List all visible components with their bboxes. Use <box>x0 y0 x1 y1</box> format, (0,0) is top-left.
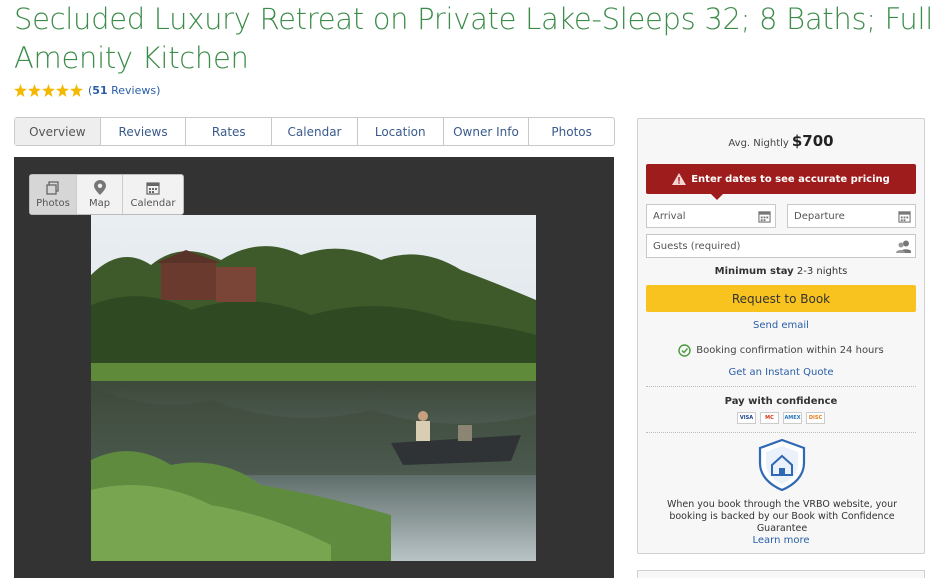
min-stay-value: 2-3 nights <box>796 266 848 277</box>
clock-check-icon <box>678 344 691 357</box>
departure-date-field[interactable]: Departure <box>787 204 916 228</box>
star-icon <box>70 84 83 97</box>
arrival-placeholder: Arrival <box>653 210 686 222</box>
guarantee-text: When you book through the VRBO website, … <box>666 499 898 534</box>
nightly-price: Avg. Nightly $700 <box>638 132 924 150</box>
calendar-icon <box>146 181 160 195</box>
view-photos-button[interactable]: Photos <box>30 175 76 214</box>
view-map-button[interactable]: Map <box>76 175 122 214</box>
view-calendar-button[interactable]: Calendar <box>122 175 183 214</box>
tab-rates[interactable]: Rates <box>185 118 271 145</box>
tab-calendar[interactable]: Calendar <box>271 118 357 145</box>
amex-card-icon: AMEX <box>783 412 802 424</box>
pricing-alert: Enter dates to see accurate pricing <box>646 164 916 194</box>
gallery-view-switcher: Photos Map Calendar <box>29 174 184 215</box>
booking-confirmation: Booking confirmation within 24 hours <box>638 344 924 357</box>
pay-with-confidence-title: Pay with confidence <box>724 396 838 407</box>
lake-photo[interactable] <box>91 215 536 561</box>
send-email-link[interactable]: Send email <box>638 320 924 331</box>
tab-owner-info[interactable]: Owner Info <box>442 118 529 145</box>
alert-text: Enter dates to see accurate pricing <box>691 173 890 185</box>
reviews-link[interactable]: (51 Reviews) <box>88 84 160 97</box>
instant-quote-link[interactable]: Get an Instant Quote <box>638 367 924 378</box>
star-icon <box>28 84 41 97</box>
payment-cards: VISA MC AMEX DISC <box>638 412 924 424</box>
view-calendar-label: Calendar <box>130 197 176 209</box>
calendar-icon <box>898 211 911 223</box>
guests-icon <box>896 240 911 253</box>
minimum-stay: Minimum stay 2-3 nights <box>638 266 924 277</box>
confirmation-text: Booking confirmation within 24 hours <box>696 345 884 356</box>
discover-card-icon: DISC <box>806 412 825 424</box>
booking-panel: Avg. Nightly $700 Enter dates to see accu… <box>637 118 925 554</box>
photos-icon <box>46 180 59 195</box>
book-with-confidence-shield-icon <box>758 439 806 491</box>
listing-title: Secluded Luxury Retreat on Private Lake-… <box>14 2 934 75</box>
reviews-word: Reviews <box>111 84 157 97</box>
tab-location[interactable]: Location <box>356 118 443 145</box>
price-label: Avg. Nightly <box>728 138 789 149</box>
guests-field[interactable]: Guests (required) <box>646 234 916 258</box>
photo-gallery: Photos Map Calendar <box>14 157 614 578</box>
calendar-icon <box>758 211 771 223</box>
listing-tabs: Overview Reviews Rates Calendar Location… <box>14 117 615 146</box>
divider <box>646 386 916 387</box>
tab-photos[interactable]: Photos <box>528 118 614 145</box>
mastercard-icon: MC <box>760 412 779 424</box>
tab-reviews[interactable]: Reviews <box>99 118 186 145</box>
min-stay-label: Minimum stay <box>714 266 794 277</box>
departure-placeholder: Departure <box>794 210 845 222</box>
star-icon <box>42 84 55 97</box>
warning-icon <box>672 173 687 185</box>
guests-placeholder: Guests (required) <box>653 240 741 252</box>
reviews-count: 51 <box>92 84 108 97</box>
arrival-date-field[interactable]: Arrival <box>646 204 776 228</box>
request-to-book-button[interactable]: Request to Book <box>646 285 916 312</box>
rating-summary: (51 Reviews) <box>14 84 160 97</box>
visa-card-icon: VISA <box>737 412 756 424</box>
view-map-label: Map <box>88 198 111 209</box>
star-icon <box>56 84 69 97</box>
alert-pointer <box>711 194 723 200</box>
star-rating <box>14 84 83 97</box>
learn-more-link[interactable]: Learn more <box>638 535 924 546</box>
star-icon <box>14 84 27 97</box>
lake-photo-image <box>91 215 536 561</box>
tab-overview[interactable]: Overview <box>15 118 100 145</box>
view-photos-label: Photos <box>36 197 70 209</box>
price-value: $700 <box>791 132 834 150</box>
map-pin-icon <box>93 180 106 195</box>
secondary-panel <box>637 570 925 578</box>
divider <box>646 432 916 433</box>
